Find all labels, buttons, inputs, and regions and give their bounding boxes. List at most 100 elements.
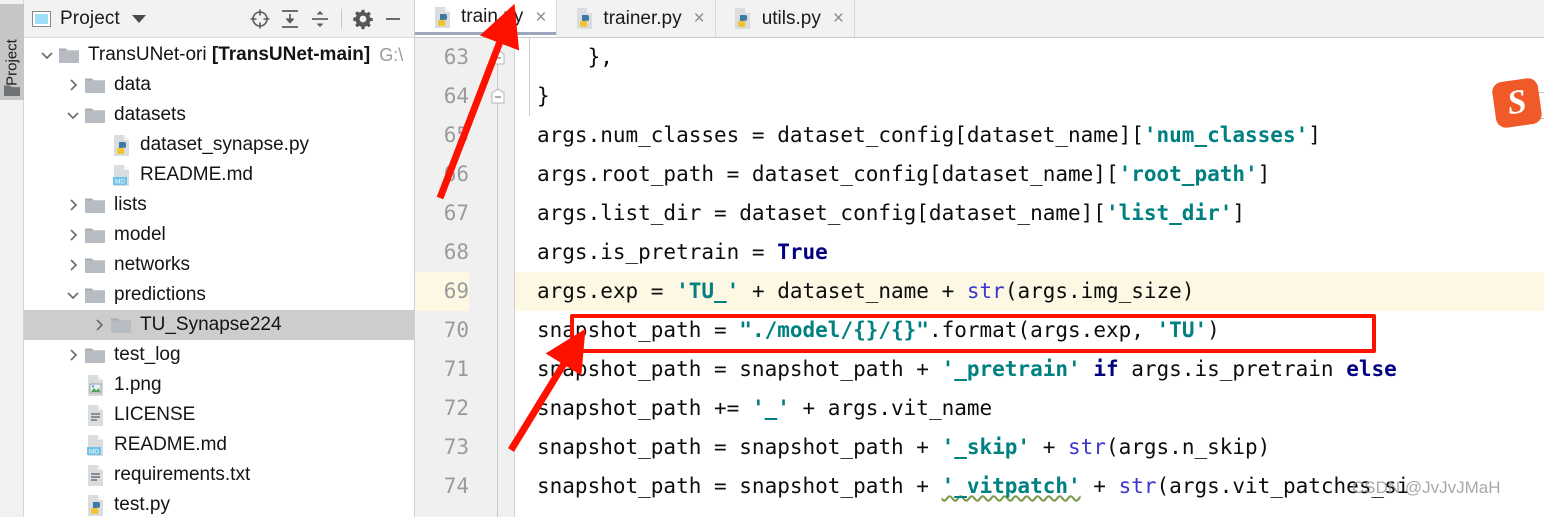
code-token: if (1093, 357, 1119, 381)
editor-tab-label: utils.py (761, 7, 821, 29)
chevron-down-icon[interactable] (62, 280, 84, 310)
tree-item-networks[interactable]: networks (24, 250, 414, 280)
line-number: 66 (443, 162, 469, 186)
project-tool-window: Project TransUNet-ori [TransUNet-main] G:… (24, 0, 415, 517)
code-token: args.is_pretrain = (537, 240, 778, 264)
code-token: (args.n_skip) (1105, 435, 1271, 459)
line-number: 70 (443, 318, 469, 342)
tree-item-readme-md[interactable]: MD README.md (24, 160, 414, 190)
tree-item-dataset-synapse-py[interactable]: dataset_synapse.py (24, 130, 414, 160)
code-line-69[interactable]: args.exp = 'TU_' + dataset_name + str(ar… (515, 272, 1544, 311)
tree-item-test-log[interactable]: test_log (24, 340, 414, 370)
collapse-all-icon[interactable] (305, 4, 335, 34)
chevron-down-icon[interactable] (131, 14, 146, 23)
minimize-icon[interactable] (378, 4, 408, 34)
line-number: 68 (443, 240, 469, 264)
tree-item-test-py[interactable]: test.py (24, 490, 414, 517)
code-token: str (1118, 474, 1157, 498)
tree-item-requirements-txt[interactable]: requirements.txt (24, 460, 414, 490)
tree-item-datasets[interactable]: datasets (24, 100, 414, 130)
editor-tab-utils-py[interactable]: utils.py × (715, 0, 855, 37)
chevron-down-icon[interactable] (36, 40, 58, 70)
tree-item-label: 1.png (114, 374, 162, 395)
code-line-text: args.is_pretrain = True (515, 240, 828, 264)
editor-tab-trainer-py[interactable]: trainer.py × (557, 0, 716, 37)
line-number: 72 (443, 396, 469, 420)
code-line-71[interactable]: snapshot_path = snapshot_path + '_pretra… (515, 350, 1544, 389)
code-content[interactable]: },} args.num_classes = dataset_config[dat… (515, 38, 1544, 517)
code-token: + dataset_name + (739, 279, 967, 303)
editor-tab-label: trainer.py (603, 7, 682, 29)
code-line-text: args.num_classes = dataset_config[datase… (515, 123, 1321, 147)
line-number: 63 (443, 45, 469, 69)
editor-tab-train-py[interactable]: train.py × (415, 0, 558, 37)
tree-item-data[interactable]: data (24, 70, 414, 100)
code-line-66[interactable]: args.root_path = dataset_config[dataset_… (515, 155, 1544, 194)
code-line-70[interactable]: snapshot_path = "./model/{}/{}".format(a… (515, 311, 1544, 350)
code-token: ) (1207, 318, 1220, 342)
code-line-73[interactable]: snapshot_path = snapshot_path + '_skip' … (515, 428, 1544, 467)
code-line-63[interactable]: }, (515, 38, 1544, 77)
tree-item-tu-synapse224[interactable]: TU_Synapse224 (24, 310, 414, 340)
tree-item-1-png[interactable]: 1.png (24, 370, 414, 400)
code-line-text: snapshot_path = snapshot_path + '_pretra… (515, 357, 1397, 381)
close-icon[interactable]: × (833, 9, 844, 28)
code-line-64[interactable]: } (515, 77, 1544, 116)
project-panel-header: Project (24, 0, 414, 38)
code-line-68[interactable]: args.is_pretrain = True (515, 233, 1544, 272)
tree-item-label: TU_Synapse224 (140, 314, 282, 335)
tree-no-arrow (62, 400, 84, 430)
tree-item-readme-md[interactable]: MD README.md (24, 430, 414, 460)
chevron-right-icon[interactable] (62, 70, 84, 100)
fold-collapse-icon[interactable] (490, 49, 506, 65)
line-number: 64 (443, 84, 469, 108)
chevron-right-icon[interactable] (62, 220, 84, 250)
tree-no-arrow (88, 130, 110, 160)
tree-item-module-name: [TransUNet-main] (206, 44, 371, 65)
code-line-text: args.exp = 'TU_' + dataset_name + str(ar… (515, 279, 1194, 303)
project-tool-window-tab[interactable]: Project (0, 4, 24, 100)
code-folding-gutter[interactable] (481, 38, 515, 517)
tree-item-label: networks (114, 254, 191, 275)
code-line-text: args.list_dir = dataset_config[dataset_n… (515, 201, 1245, 225)
folder-icon (58, 44, 80, 66)
chevron-right-icon[interactable] (88, 310, 110, 340)
code-token: str (966, 279, 1005, 303)
tree-item-predictions[interactable]: predictions (24, 280, 414, 310)
gear-icon[interactable] (348, 4, 378, 34)
svg-text:MD: MD (89, 448, 99, 455)
code-line-72[interactable]: snapshot_path += '_' + args.vit_name (515, 389, 1544, 428)
code-line-67[interactable]: args.list_dir = dataset_config[dataset_n… (515, 194, 1544, 233)
chevron-right-icon[interactable] (62, 340, 84, 370)
tree-item-license[interactable]: LICENSE (24, 400, 414, 430)
expand-all-icon[interactable] (275, 4, 305, 34)
chevron-down-icon[interactable] (62, 100, 84, 130)
code-editor[interactable]: 63 64 65 66 67 68 69 70 71 72 73 74 },} args.num_cla… (415, 38, 1544, 517)
code-token: '_vitpatch' (941, 474, 1081, 498)
chevron-right-icon[interactable] (62, 190, 84, 220)
code-token: ] (1232, 201, 1246, 225)
close-icon[interactable]: × (694, 9, 705, 28)
tree-item-model[interactable]: model (24, 220, 414, 250)
python-file-icon (431, 6, 453, 28)
code-token: '_pretrain' (941, 357, 1081, 381)
sogou-ime-icon[interactable]: S (1491, 77, 1543, 129)
locate-target-icon[interactable] (245, 4, 275, 34)
editor-tab-label: train.py (461, 6, 524, 27)
fold-collapse-icon[interactable] (490, 88, 506, 104)
tree-item-transunet-ori[interactable]: TransUNet-ori [TransUNet-main] G:\ (24, 40, 414, 70)
tree-item-lists[interactable]: lists (24, 190, 414, 220)
code-token: ] (1308, 123, 1321, 147)
folder-icon (84, 284, 106, 306)
line-number-gutter: 63 64 65 66 67 68 69 70 71 72 73 74 (415, 38, 481, 517)
code-token: '_skip' (941, 435, 1031, 459)
markdown-file-icon: MD (84, 434, 106, 456)
close-icon[interactable]: × (535, 8, 546, 27)
tree-no-arrow (62, 430, 84, 460)
tree-item-label: README.md (140, 164, 253, 185)
python-file-icon (84, 494, 106, 516)
chevron-right-icon[interactable] (62, 250, 84, 280)
code-token: + (1030, 435, 1069, 459)
code-line-65[interactable]: args.num_classes = dataset_config[datase… (515, 116, 1544, 155)
line-number: 69 (415, 272, 469, 311)
